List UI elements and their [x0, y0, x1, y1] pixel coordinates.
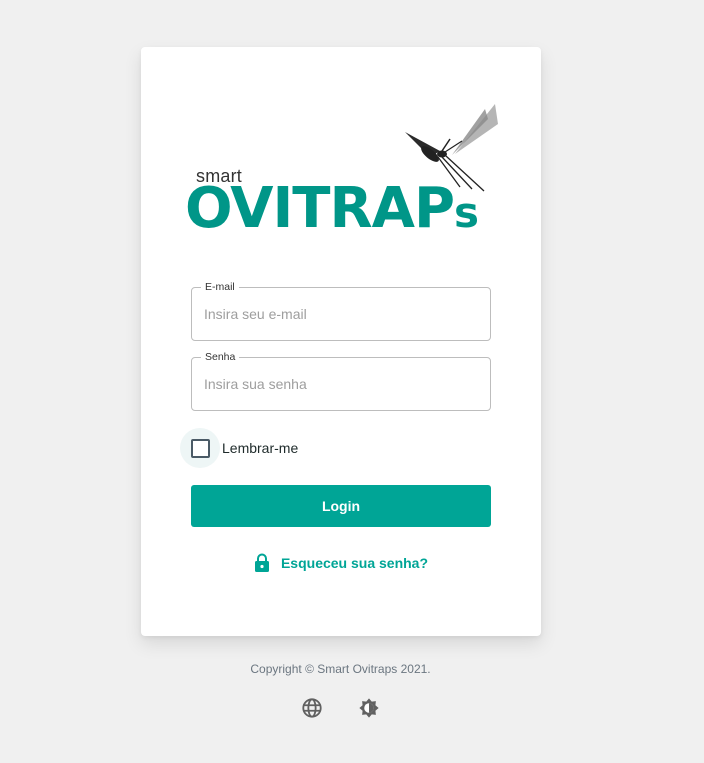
globe-icon[interactable]: [301, 697, 323, 719]
remember-checkbox-halo[interactable]: [180, 428, 220, 468]
password-field[interactable]: Senha: [191, 350, 491, 411]
forgot-password-label[interactable]: Esqueceu sua senha?: [281, 555, 428, 571]
password-input[interactable]: [204, 358, 478, 410]
email-field[interactable]: E-mail: [191, 280, 491, 341]
login-button[interactable]: Login: [191, 485, 491, 527]
login-card: smart OVITRAPs E-mail Senha Lembrar-me L…: [141, 47, 541, 636]
copyright-text: Copyright © Smart Ovitraps 2021.: [250, 662, 431, 676]
remember-me[interactable]: Lembrar-me: [180, 427, 298, 469]
email-input[interactable]: [204, 288, 478, 340]
lock-icon: [254, 553, 269, 572]
brightness-icon[interactable]: [358, 697, 380, 719]
forgot-password-link[interactable]: Esqueceu sua senha?: [141, 553, 541, 573]
logo-word-suffix: s: [453, 188, 479, 237]
app-logo: smart OVITRAPs: [185, 99, 500, 239]
logo-word-main: OVITRAP: [185, 176, 455, 241]
remember-label[interactable]: Lembrar-me: [222, 440, 298, 456]
logo-wordmark: OVITRAPs: [185, 181, 479, 237]
remember-checkbox[interactable]: [190, 438, 210, 458]
